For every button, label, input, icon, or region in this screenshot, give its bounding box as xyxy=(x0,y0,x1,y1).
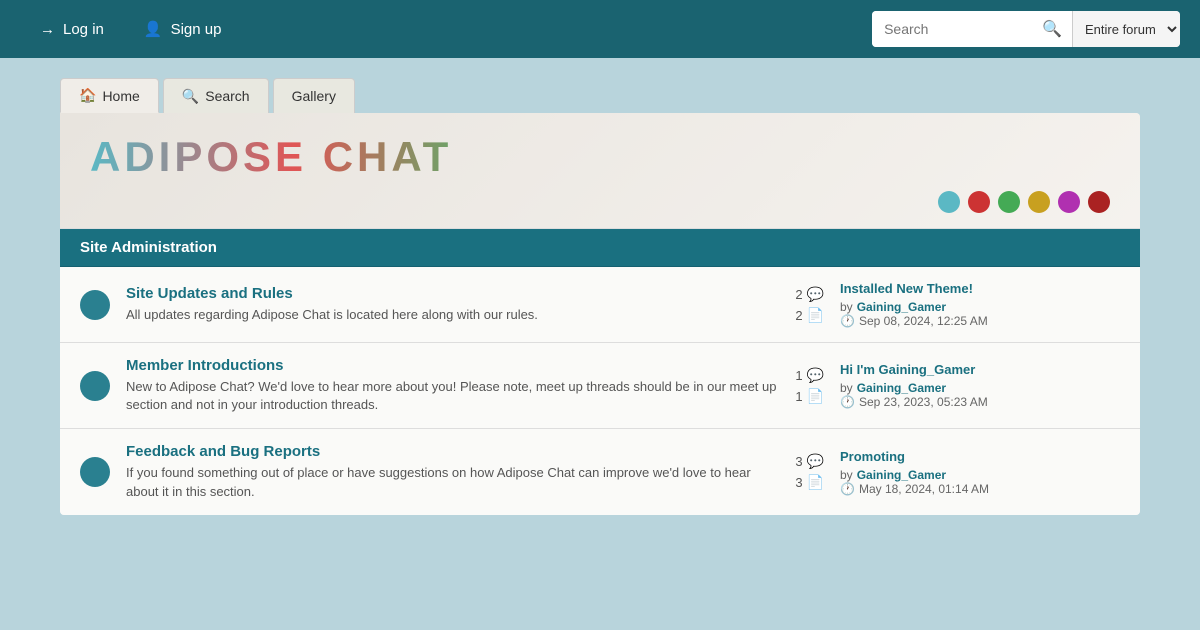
last-post-meta: by Gaining_Gamer xyxy=(840,468,1120,482)
banner-title: ADIPOSE CHAT xyxy=(90,133,1110,181)
banner-area: ADIPOSE CHAT xyxy=(60,113,1140,229)
top-nav-right: 🔍 Entire forum xyxy=(872,11,1180,47)
last-post-date-row: 🕐 Sep 08, 2024, 12:25 AM xyxy=(840,314,1120,328)
main-wrapper: 🏠 Home 🔍 Search Gallery ADIPOSE CHAT xyxy=(0,58,1200,535)
threads-count: 1 xyxy=(795,389,802,404)
search-bar: 🔍 Entire forum xyxy=(872,11,1180,47)
forum-row: Feedback and Bug Reports If you found so… xyxy=(60,429,1140,514)
signup-button[interactable]: 👤 Sign up xyxy=(124,0,242,58)
tab-search[interactable]: 🔍 Search xyxy=(163,78,269,113)
forum-status-icon xyxy=(80,371,110,401)
color-dot-4 xyxy=(1028,191,1050,213)
threads-icon: 📄 xyxy=(807,307,824,324)
posts-icon: 💬 xyxy=(807,367,824,384)
clock-icon: 🕐 xyxy=(840,314,855,328)
last-post-date: Sep 23, 2023, 05:23 AM xyxy=(859,395,988,409)
forum-description: New to Adipose Chat? We'd love to hear m… xyxy=(126,379,776,412)
tab-home[interactable]: 🏠 Home xyxy=(60,78,159,113)
posts-icon: 💬 xyxy=(807,286,824,303)
stat-row-posts: 1 💬 xyxy=(795,367,824,384)
forum-stats: 3 💬 3 📄 xyxy=(794,453,824,491)
color-dots xyxy=(90,191,1110,213)
forum-row: Site Updates and Rules All updates regar… xyxy=(60,267,1140,343)
last-post-date: May 18, 2024, 01:14 AM xyxy=(859,482,989,496)
color-dot-6 xyxy=(1088,191,1110,213)
posts-icon: 💬 xyxy=(807,453,824,470)
last-post-meta: by Gaining_Gamer xyxy=(840,381,1120,395)
top-navigation: → Log in 👤 Sign up 🔍 Entire forum xyxy=(0,0,1200,58)
forum-container: ADIPOSE CHAT Site Administration Site Up… xyxy=(60,113,1140,515)
login-button[interactable]: → Log in xyxy=(20,0,124,58)
forum-status-icon xyxy=(80,457,110,487)
search-tab-icon: 🔍 xyxy=(182,88,199,105)
login-label: Log in xyxy=(63,21,104,38)
last-post-author[interactable]: Gaining_Gamer xyxy=(857,468,946,482)
forum-stats: 1 💬 1 📄 xyxy=(794,367,824,405)
stat-row-threads: 3 📄 xyxy=(795,474,824,491)
clock-icon: 🕐 xyxy=(840,482,855,496)
stat-row-threads: 1 📄 xyxy=(795,388,824,405)
signup-icon: 👤 xyxy=(144,20,163,38)
forum-title-link[interactable]: Member Introductions xyxy=(126,357,778,374)
forum-last-post: Installed New Theme! by Gaining_Gamer 🕐 … xyxy=(840,281,1120,328)
top-nav-left: → Log in 👤 Sign up xyxy=(20,0,241,58)
last-post-author[interactable]: Gaining_Gamer xyxy=(857,381,946,395)
posts-count: 3 xyxy=(795,454,802,469)
posts-count: 2 xyxy=(795,287,802,302)
last-post-date-row: 🕐 May 18, 2024, 01:14 AM xyxy=(840,482,1120,496)
last-post-date-row: 🕐 Sep 23, 2023, 05:23 AM xyxy=(840,395,1120,409)
forum-stats: 2 💬 2 📄 xyxy=(794,286,824,324)
last-post-by: by xyxy=(840,381,853,395)
forum-info: Member Introductions New to Adipose Chat… xyxy=(126,357,778,414)
site-administration-section: Site Administration Site Updates and Rul… xyxy=(60,229,1140,515)
stat-row-posts: 3 💬 xyxy=(795,453,824,470)
threads-icon: 📄 xyxy=(807,388,824,405)
last-post-by: by xyxy=(840,300,853,314)
last-post-author[interactable]: Gaining_Gamer xyxy=(857,300,946,314)
posts-count: 1 xyxy=(795,368,802,383)
sub-navigation: 🏠 Home 🔍 Search Gallery xyxy=(60,78,1140,113)
threads-icon: 📄 xyxy=(807,474,824,491)
login-icon: → xyxy=(40,21,55,38)
tab-gallery[interactable]: Gallery xyxy=(273,78,355,113)
last-post-date: Sep 08, 2024, 12:25 AM xyxy=(859,314,988,328)
color-dot-1 xyxy=(938,191,960,213)
forum-info: Feedback and Bug Reports If you found so… xyxy=(126,443,778,500)
forum-description: If you found something out of place or h… xyxy=(126,465,751,498)
forum-title-link[interactable]: Feedback and Bug Reports xyxy=(126,443,778,460)
search-scope-select[interactable]: Entire forum xyxy=(1072,11,1180,47)
forum-status-icon xyxy=(80,290,110,320)
last-post-title-link[interactable]: Promoting xyxy=(840,449,1120,464)
threads-count: 3 xyxy=(795,475,802,490)
search-input[interactable] xyxy=(872,11,1032,47)
last-post-meta: by Gaining_Gamer xyxy=(840,300,1120,314)
color-dot-3 xyxy=(998,191,1020,213)
tab-home-label: Home xyxy=(102,88,139,104)
section-title: Site Administration xyxy=(80,239,217,256)
last-post-by: by xyxy=(840,468,853,482)
home-icon: 🏠 xyxy=(79,87,96,104)
signup-label: Sign up xyxy=(171,21,222,38)
section-header: Site Administration xyxy=(60,229,1140,267)
forum-description: All updates regarding Adipose Chat is lo… xyxy=(126,307,538,322)
stat-row-threads: 2 📄 xyxy=(795,307,824,324)
forum-title-link[interactable]: Site Updates and Rules xyxy=(126,285,778,302)
clock-icon: 🕐 xyxy=(840,395,855,409)
stat-row-posts: 2 💬 xyxy=(795,286,824,303)
forum-row: Member Introductions New to Adipose Chat… xyxy=(60,343,1140,429)
color-dot-5 xyxy=(1058,191,1080,213)
color-dot-2 xyxy=(968,191,990,213)
tab-search-label: Search xyxy=(205,88,249,104)
forum-info: Site Updates and Rules All updates regar… xyxy=(126,285,778,324)
last-post-title-link[interactable]: Hi I'm Gaining_Gamer xyxy=(840,362,1120,377)
last-post-title-link[interactable]: Installed New Theme! xyxy=(840,281,1120,296)
search-icon[interactable]: 🔍 xyxy=(1032,11,1072,47)
tab-gallery-label: Gallery xyxy=(292,88,336,104)
forum-last-post: Hi I'm Gaining_Gamer by Gaining_Gamer 🕐 … xyxy=(840,362,1120,409)
forum-last-post: Promoting by Gaining_Gamer 🕐 May 18, 202… xyxy=(840,449,1120,496)
threads-count: 2 xyxy=(795,308,802,323)
